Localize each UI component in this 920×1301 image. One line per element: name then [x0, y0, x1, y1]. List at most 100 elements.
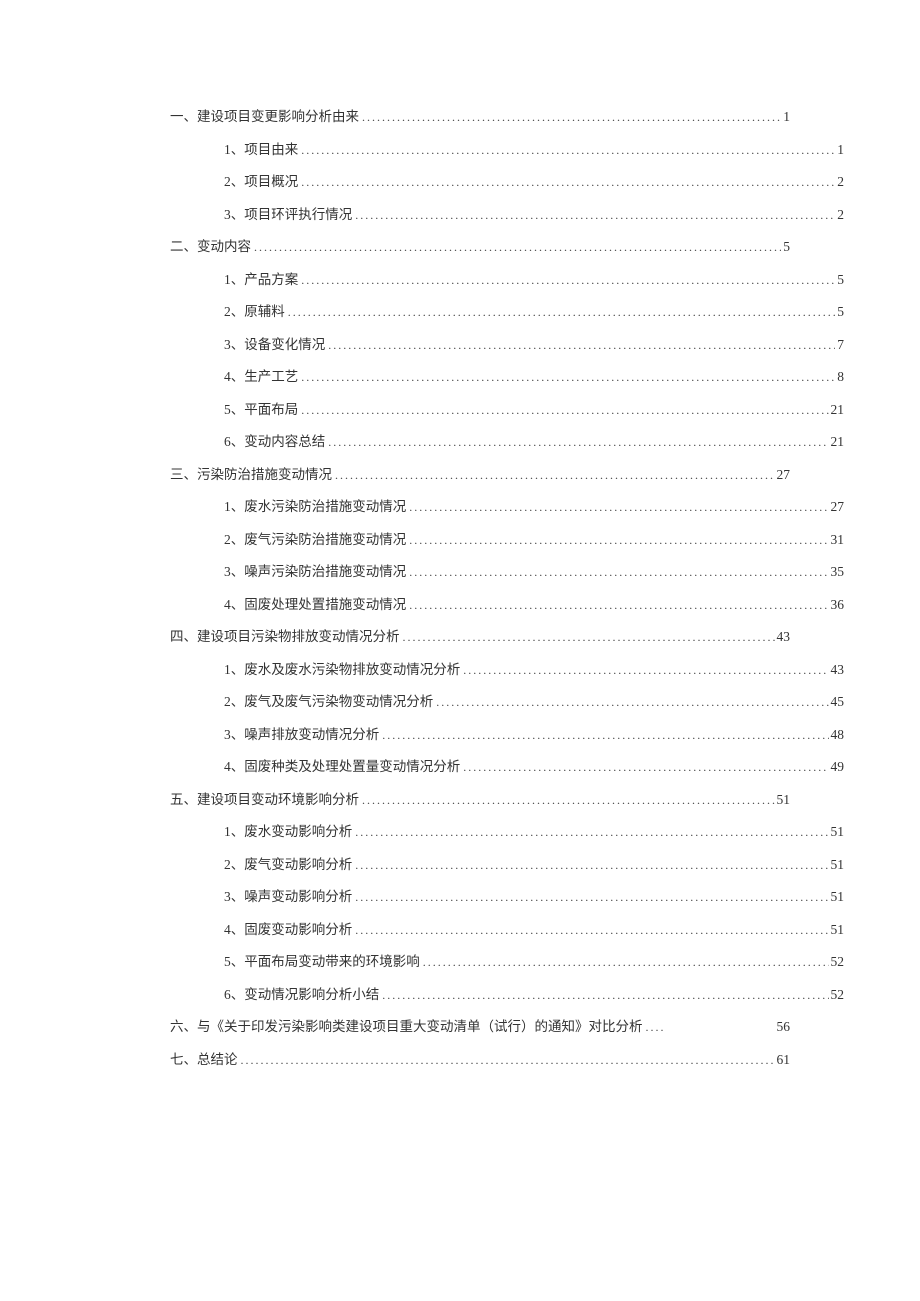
toc-entry-prefix: 五、	[170, 793, 197, 807]
toc-entry-prefix: 四、	[170, 630, 197, 644]
toc-entry-page: 5	[835, 305, 844, 319]
toc-entry-prefix: 1、	[224, 273, 244, 287]
toc-entry: 3、项目环评执行情况 2	[170, 208, 844, 222]
toc-entry: 2、废气变动影响分析51	[170, 858, 844, 872]
toc-entry-leader	[409, 501, 828, 513]
toc-entry-page: 7	[835, 338, 844, 352]
toc-entry: 5、平面布局变动带来的环境影响52	[170, 955, 844, 969]
toc-entry-page: 1	[781, 110, 790, 124]
toc-entry-leader	[301, 404, 828, 416]
toc-entry-page: 31	[829, 533, 845, 547]
toc-entry-page: 2	[835, 175, 844, 189]
toc-entry: 1、废水变动影响分析51	[170, 825, 844, 839]
toc-entry-title: 废气变动影响分析	[244, 858, 352, 872]
toc-entry-prefix: 一、	[170, 110, 197, 124]
toc-entry-prefix: 二、	[170, 240, 197, 254]
toc-entry-leader	[409, 534, 828, 546]
toc-entry-leader	[463, 664, 828, 676]
toc-entry-leader	[403, 631, 775, 643]
toc-entry-title: 污染防治措施变动情况	[197, 468, 332, 482]
toc-entry-page: 43	[829, 663, 845, 677]
toc-entry-title: 固废变动影响分析	[244, 923, 352, 937]
toc-entry: 1、废水污染防治措施变动情况27	[170, 500, 844, 514]
toc-entry: 六、与《关于印发污染影响类建设项目重大变动清单（试行）的通知》对比分析56	[170, 1020, 790, 1034]
toc-entry-page: 49	[829, 760, 845, 774]
toc-entry-prefix: 4、	[224, 760, 244, 774]
toc-entry-prefix: 1、	[224, 143, 244, 157]
toc-entry-prefix: 2、	[224, 533, 244, 547]
toc-entry-prefix: 2、	[224, 858, 244, 872]
toc-entry-leader	[241, 1054, 775, 1066]
toc-entry-leader	[355, 859, 828, 871]
table-of-contents: 一、建设项目变更影响分析由来11、项目由来12、项目概况23、项目环评执行情况2…	[170, 110, 790, 1066]
toc-entry-page: 48	[829, 728, 845, 742]
toc-entry-leader	[335, 469, 775, 481]
toc-entry-prefix: 2、	[224, 305, 244, 319]
toc-entry-title: 平面布局变动带来的环境影响	[244, 955, 420, 969]
toc-entry-prefix: 3、	[224, 208, 244, 222]
toc-entry-title: 废气及废气污染物变动情况分析	[244, 695, 433, 709]
toc-entry: 4、固废种类及处理处置量变动情况分析 49	[170, 760, 844, 774]
toc-entry-title: 项目概况	[244, 175, 298, 189]
toc-entry-leader	[409, 599, 828, 611]
toc-entry-prefix: 6、	[224, 435, 244, 449]
toc-entry-leader	[362, 794, 775, 806]
toc-entry-title: 建设项目污染物排放变动情况分析	[197, 630, 400, 644]
toc-entry-page: 27	[775, 468, 791, 482]
toc-entry: 1、废水及废水污染物排放变动情况分析43	[170, 663, 844, 677]
toc-entry-title: 变动情况影响分析小结	[244, 988, 379, 1002]
toc-entry-leader	[355, 209, 835, 221]
toc-entry-title: 固废种类及处理处置量变动情况分析	[244, 760, 460, 774]
toc-entry-title: 生产工艺	[244, 370, 298, 384]
toc-entry-page: 1	[835, 143, 844, 157]
toc-entry-leader	[355, 826, 828, 838]
toc-entry-leader	[301, 176, 835, 188]
toc-entry-title: 平面布局	[244, 403, 298, 417]
toc-entry-prefix: 七、	[170, 1053, 197, 1067]
toc-entry-prefix: 5、	[224, 403, 244, 417]
toc-entry-prefix: 3、	[224, 338, 244, 352]
toc-entry-page: 2	[835, 208, 844, 222]
toc-entry-title: 产品方案	[244, 273, 298, 287]
toc-entry-page: 61	[775, 1053, 791, 1067]
toc-entry-page: 35	[829, 565, 845, 579]
toc-entry: 4、固废变动影响分析 51	[170, 923, 844, 937]
toc-entry-page: 51	[829, 825, 845, 839]
toc-entry-title: 设备变化情况	[244, 338, 325, 352]
toc-entry-leader	[646, 1021, 775, 1033]
toc-entry-prefix: 4、	[224, 923, 244, 937]
toc-entry: 4、生产工艺8	[170, 370, 844, 384]
toc-entry-leader	[288, 306, 836, 318]
toc-entry: 1、产品方案5	[170, 273, 844, 287]
toc-entry-prefix: 2、	[224, 175, 244, 189]
toc-entry-page: 21	[829, 435, 845, 449]
toc-entry: 五、建设项目变动环境影响分析51	[170, 793, 790, 807]
toc-entry-prefix: 3、	[224, 728, 244, 742]
toc-entry-page: 51	[829, 923, 845, 937]
toc-entry-title: 噪声排放变动情况分析	[244, 728, 379, 742]
toc-entry-page: 52	[829, 988, 845, 1002]
toc-entry: 2、原辅料5	[170, 305, 844, 319]
toc-entry: 3、噪声变动影响分析51	[170, 890, 844, 904]
toc-entry-title: 变动内容	[197, 240, 251, 254]
toc-entry-leader	[436, 696, 828, 708]
toc-entry-leader	[382, 989, 828, 1001]
toc-entry-leader	[362, 111, 781, 123]
toc-entry: 5、平面布局 21	[170, 403, 844, 417]
toc-entry: 二、变动内容5	[170, 240, 790, 254]
toc-entry-title: 项目由来	[244, 143, 298, 157]
toc-entry: 6、变动内容总结21	[170, 435, 844, 449]
toc-entry-leader	[423, 956, 829, 968]
toc-entry-title: 总结论	[197, 1053, 238, 1067]
toc-entry-prefix: 4、	[224, 370, 244, 384]
toc-entry-leader	[301, 144, 835, 156]
toc-entry: 1、项目由来 1	[170, 143, 844, 157]
toc-entry-leader	[355, 924, 828, 936]
toc-entry-title: 与《关于印发污染影响类建设项目重大变动清单（试行）的通知》对比分析	[197, 1020, 643, 1034]
toc-entry-title: 噪声污染防治措施变动情况	[244, 565, 406, 579]
toc-entry-page: 21	[829, 403, 845, 417]
toc-entry-title: 项目环评执行情况	[244, 208, 352, 222]
toc-entry: 3、噪声污染防治措施变动情况 35	[170, 565, 844, 579]
toc-entry-leader	[301, 274, 835, 286]
toc-entry-prefix: 3、	[224, 565, 244, 579]
